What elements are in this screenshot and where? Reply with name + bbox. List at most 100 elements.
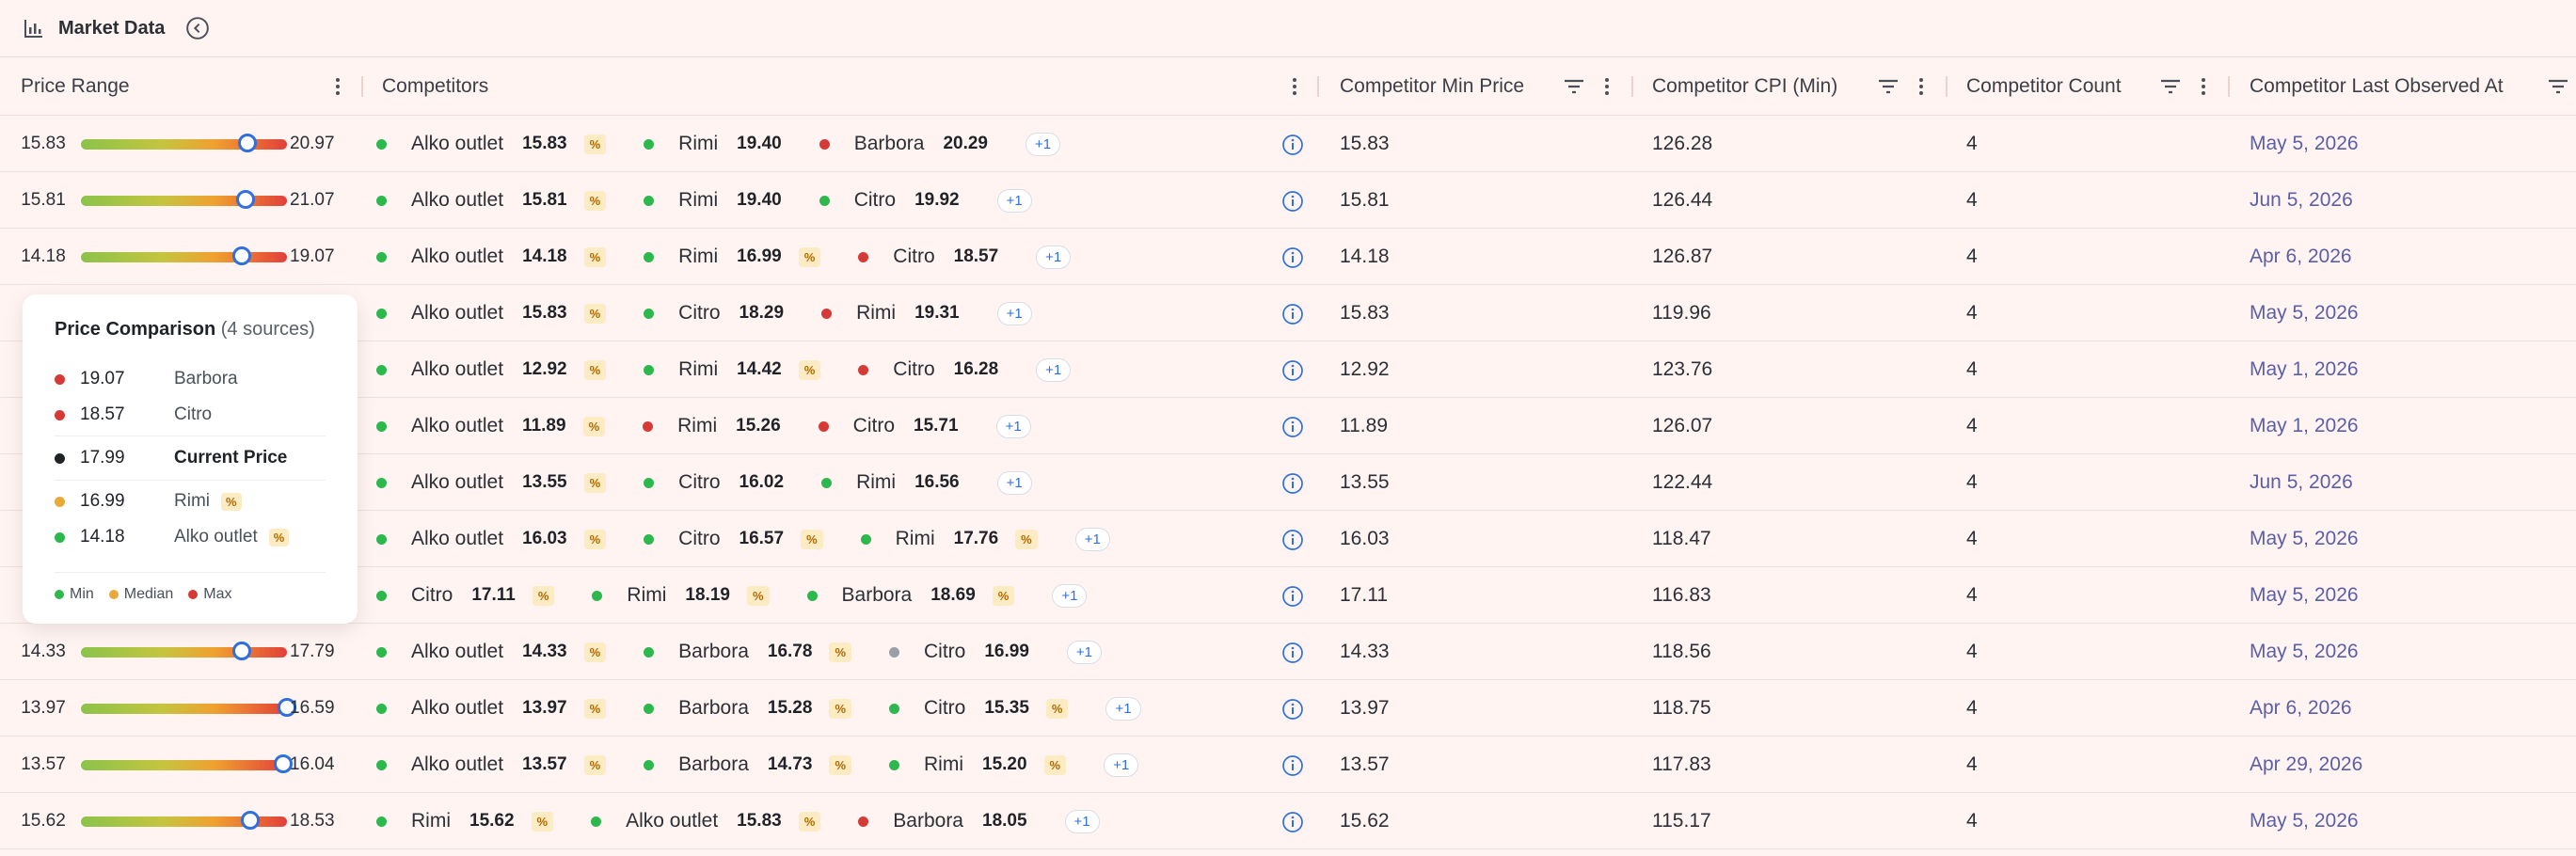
tooltip-title-text: Price Comparison <box>55 319 216 340</box>
price-range-max: 16.04 <box>290 754 335 774</box>
info-icon[interactable] <box>1281 134 1304 156</box>
table-row[interactable]: 13.57 16.04 Alko outlet 13.57% Barbora 14.73%… <box>0 737 2576 793</box>
more-competitors-button[interactable]: +1 <box>996 301 1032 325</box>
competitor-price: 16.99 <box>984 642 1029 661</box>
info-icon[interactable] <box>1281 698 1304 721</box>
competitor-name: Rimi <box>678 358 719 380</box>
status-dot <box>644 138 655 150</box>
info-icon[interactable] <box>1281 190 1304 213</box>
competitor-name: Alko outlet <box>626 810 719 832</box>
table-row[interactable]: 15.83 20.97 Alko outlet 15.83% Rimi 19.40 Barb… <box>0 116 2576 172</box>
more-competitors-button[interactable]: +1 <box>1074 527 1110 551</box>
info-icon[interactable] <box>1281 303 1304 325</box>
last-observed-cell: Apr 6, 2026 <box>2250 246 2352 267</box>
competitor-chip: Rimi 16.99% <box>644 246 821 268</box>
competitor-price: 15.83 <box>522 134 567 153</box>
competitor-price: 18.69 <box>930 585 976 605</box>
column-divider[interactable] <box>1317 76 1319 97</box>
table-row[interactable]: Alko outlet 13.55% Citro 16.02 Rimi 16.56 +1 13… <box>0 454 2576 511</box>
info-icon[interactable] <box>1281 246 1304 269</box>
header-cpi[interactable]: Competitor CPI (Min) <box>1652 57 1837 116</box>
price-range-marker[interactable] <box>240 811 260 830</box>
info-icon[interactable] <box>1281 472 1304 495</box>
price-range-max: 18.53 <box>290 811 335 831</box>
info-icon[interactable] <box>1281 811 1304 833</box>
info-icon[interactable] <box>1281 416 1304 438</box>
competitor-name: Rimi <box>856 302 897 324</box>
column-divider[interactable] <box>2228 76 2230 97</box>
table-row[interactable]: 13.97 16.59 Alko outlet 13.97% Barbora 15.28%… <box>0 680 2576 737</box>
column-divider[interactable] <box>1631 76 1633 97</box>
back-circle-icon[interactable] <box>185 16 210 40</box>
filter-icon[interactable] <box>2546 75 2570 98</box>
table-row[interactable]: 15.81 21.07 Alko outlet 15.81% Rimi 19.40 Citr… <box>0 172 2576 229</box>
count-cell: 4 <box>1966 528 1978 549</box>
more-competitors-button[interactable]: +1 <box>1105 696 1141 721</box>
info-icon[interactable] <box>1281 359 1304 382</box>
discount-badge: % <box>829 698 851 719</box>
price-range-marker[interactable] <box>231 642 251 660</box>
column-divider[interactable] <box>1946 76 1948 97</box>
competitors-cell: Alko outlet 13.57% Barbora 14.73% Rimi 15.20%… <box>376 737 1261 793</box>
filter-icon[interactable] <box>1876 75 1900 98</box>
more-competitors-button[interactable]: +1 <box>1036 245 1072 269</box>
competitor-chip: Rimi 18.19% <box>592 584 770 607</box>
discount-badge: % <box>583 754 607 775</box>
cpi-cell: 126.87 <box>1652 246 1713 267</box>
table-row[interactable]: 15.62 18.53 Rimi 15.62% Alko outlet 15.83% Bar… <box>0 793 2576 849</box>
table-row[interactable]: Alko outlet 11.89% Rimi 15.26 Citro 15.71 +1 11… <box>0 398 2576 454</box>
info-icon[interactable] <box>1281 529 1304 551</box>
column-divider[interactable] <box>361 76 363 97</box>
header-label: Competitor Last Observed At <box>2250 75 2504 97</box>
table-row[interactable]: Alko outlet 15.83% Citro 18.29 Rimi 19.31 +1 15… <box>0 285 2576 341</box>
more-competitors-button[interactable]: +1 <box>1064 809 1100 833</box>
price-range-marker[interactable] <box>236 190 256 209</box>
column-menu-icon[interactable] <box>2194 75 2213 98</box>
more-competitors-button[interactable]: +1 <box>995 414 1031 438</box>
status-dot <box>376 138 387 150</box>
header-price-range[interactable]: Price Range <box>21 57 130 116</box>
cpi-cell: 126.07 <box>1652 415 1713 436</box>
status-dot <box>376 590 387 601</box>
column-menu-icon[interactable] <box>1912 75 1931 98</box>
competitor-name: Alko outlet <box>411 697 504 719</box>
tooltip-entry: 16.99 Rimi% <box>55 483 326 519</box>
table-row[interactable]: Alko outlet 12.92% Rimi 14.42% Citro 16.28 +1 1… <box>0 341 2576 398</box>
header-count[interactable]: Competitor Count <box>1966 57 2122 116</box>
more-competitors-button[interactable]: +1 <box>1036 357 1072 382</box>
more-competitors-button[interactable]: +1 <box>1104 753 1139 777</box>
info-icon[interactable] <box>1281 585 1304 608</box>
column-menu-icon[interactable] <box>328 75 347 98</box>
table-row[interactable]: 14.18 19.07 Alko outlet 14.18% Rimi 16.99% Cit… <box>0 229 2576 285</box>
table-row[interactable]: 14.33 17.79 Alko outlet 14.33% Barbora 16.78%… <box>0 624 2576 680</box>
more-competitors-button[interactable]: +1 <box>996 470 1032 495</box>
info-icon[interactable] <box>1281 754 1304 777</box>
filter-icon[interactable] <box>1562 75 1586 98</box>
count-cell: 4 <box>1966 810 1978 832</box>
competitors-cell: Alko outlet 16.03% Citro 16.57% Rimi 17.76% +1 <box>376 511 1261 567</box>
last-observed-cell: Jun 5, 2026 <box>2250 471 2353 493</box>
price-range-marker[interactable] <box>238 134 258 152</box>
price-range-min: 14.33 <box>21 642 66 661</box>
more-competitors-button[interactable]: +1 <box>1052 583 1088 608</box>
filter-icon[interactable] <box>2158 75 2183 98</box>
more-competitors-button[interactable]: +1 <box>996 188 1032 213</box>
table-row[interactable]: Citro 17.11% Rimi 18.19% Barbora 18.69% +1 17.1… <box>0 567 2576 624</box>
price-range-marker[interactable] <box>231 246 251 265</box>
min-price-cell: 15.83 <box>1340 302 1390 324</box>
competitor-chip: Citro 19.92 <box>819 189 960 212</box>
table-row[interactable]: Alko outlet 16.03% Citro 16.57% Rimi 17.76% +1… <box>0 511 2576 567</box>
column-menu-icon[interactable] <box>1598 75 1616 98</box>
more-competitors-button[interactable]: +1 <box>1025 132 1061 156</box>
more-competitors-button[interactable]: +1 <box>1066 640 1102 664</box>
header-competitors[interactable]: Competitors <box>382 57 488 116</box>
column-menu-icon[interactable] <box>1285 75 1304 98</box>
header-min-price[interactable]: Competitor Min Price <box>1340 57 1524 116</box>
competitor-name: Rimi <box>678 133 719 154</box>
competitor-chip: Rimi 15.20% <box>889 753 1067 776</box>
min-price-cell: 15.83 <box>1340 133 1390 154</box>
info-icon[interactable] <box>1281 642 1304 664</box>
competitor-price: 18.29 <box>739 303 785 323</box>
tooltip-entry: 17.99 Current Price <box>55 436 326 481</box>
header-last-observed[interactable]: Competitor Last Observed At <box>2250 57 2504 116</box>
